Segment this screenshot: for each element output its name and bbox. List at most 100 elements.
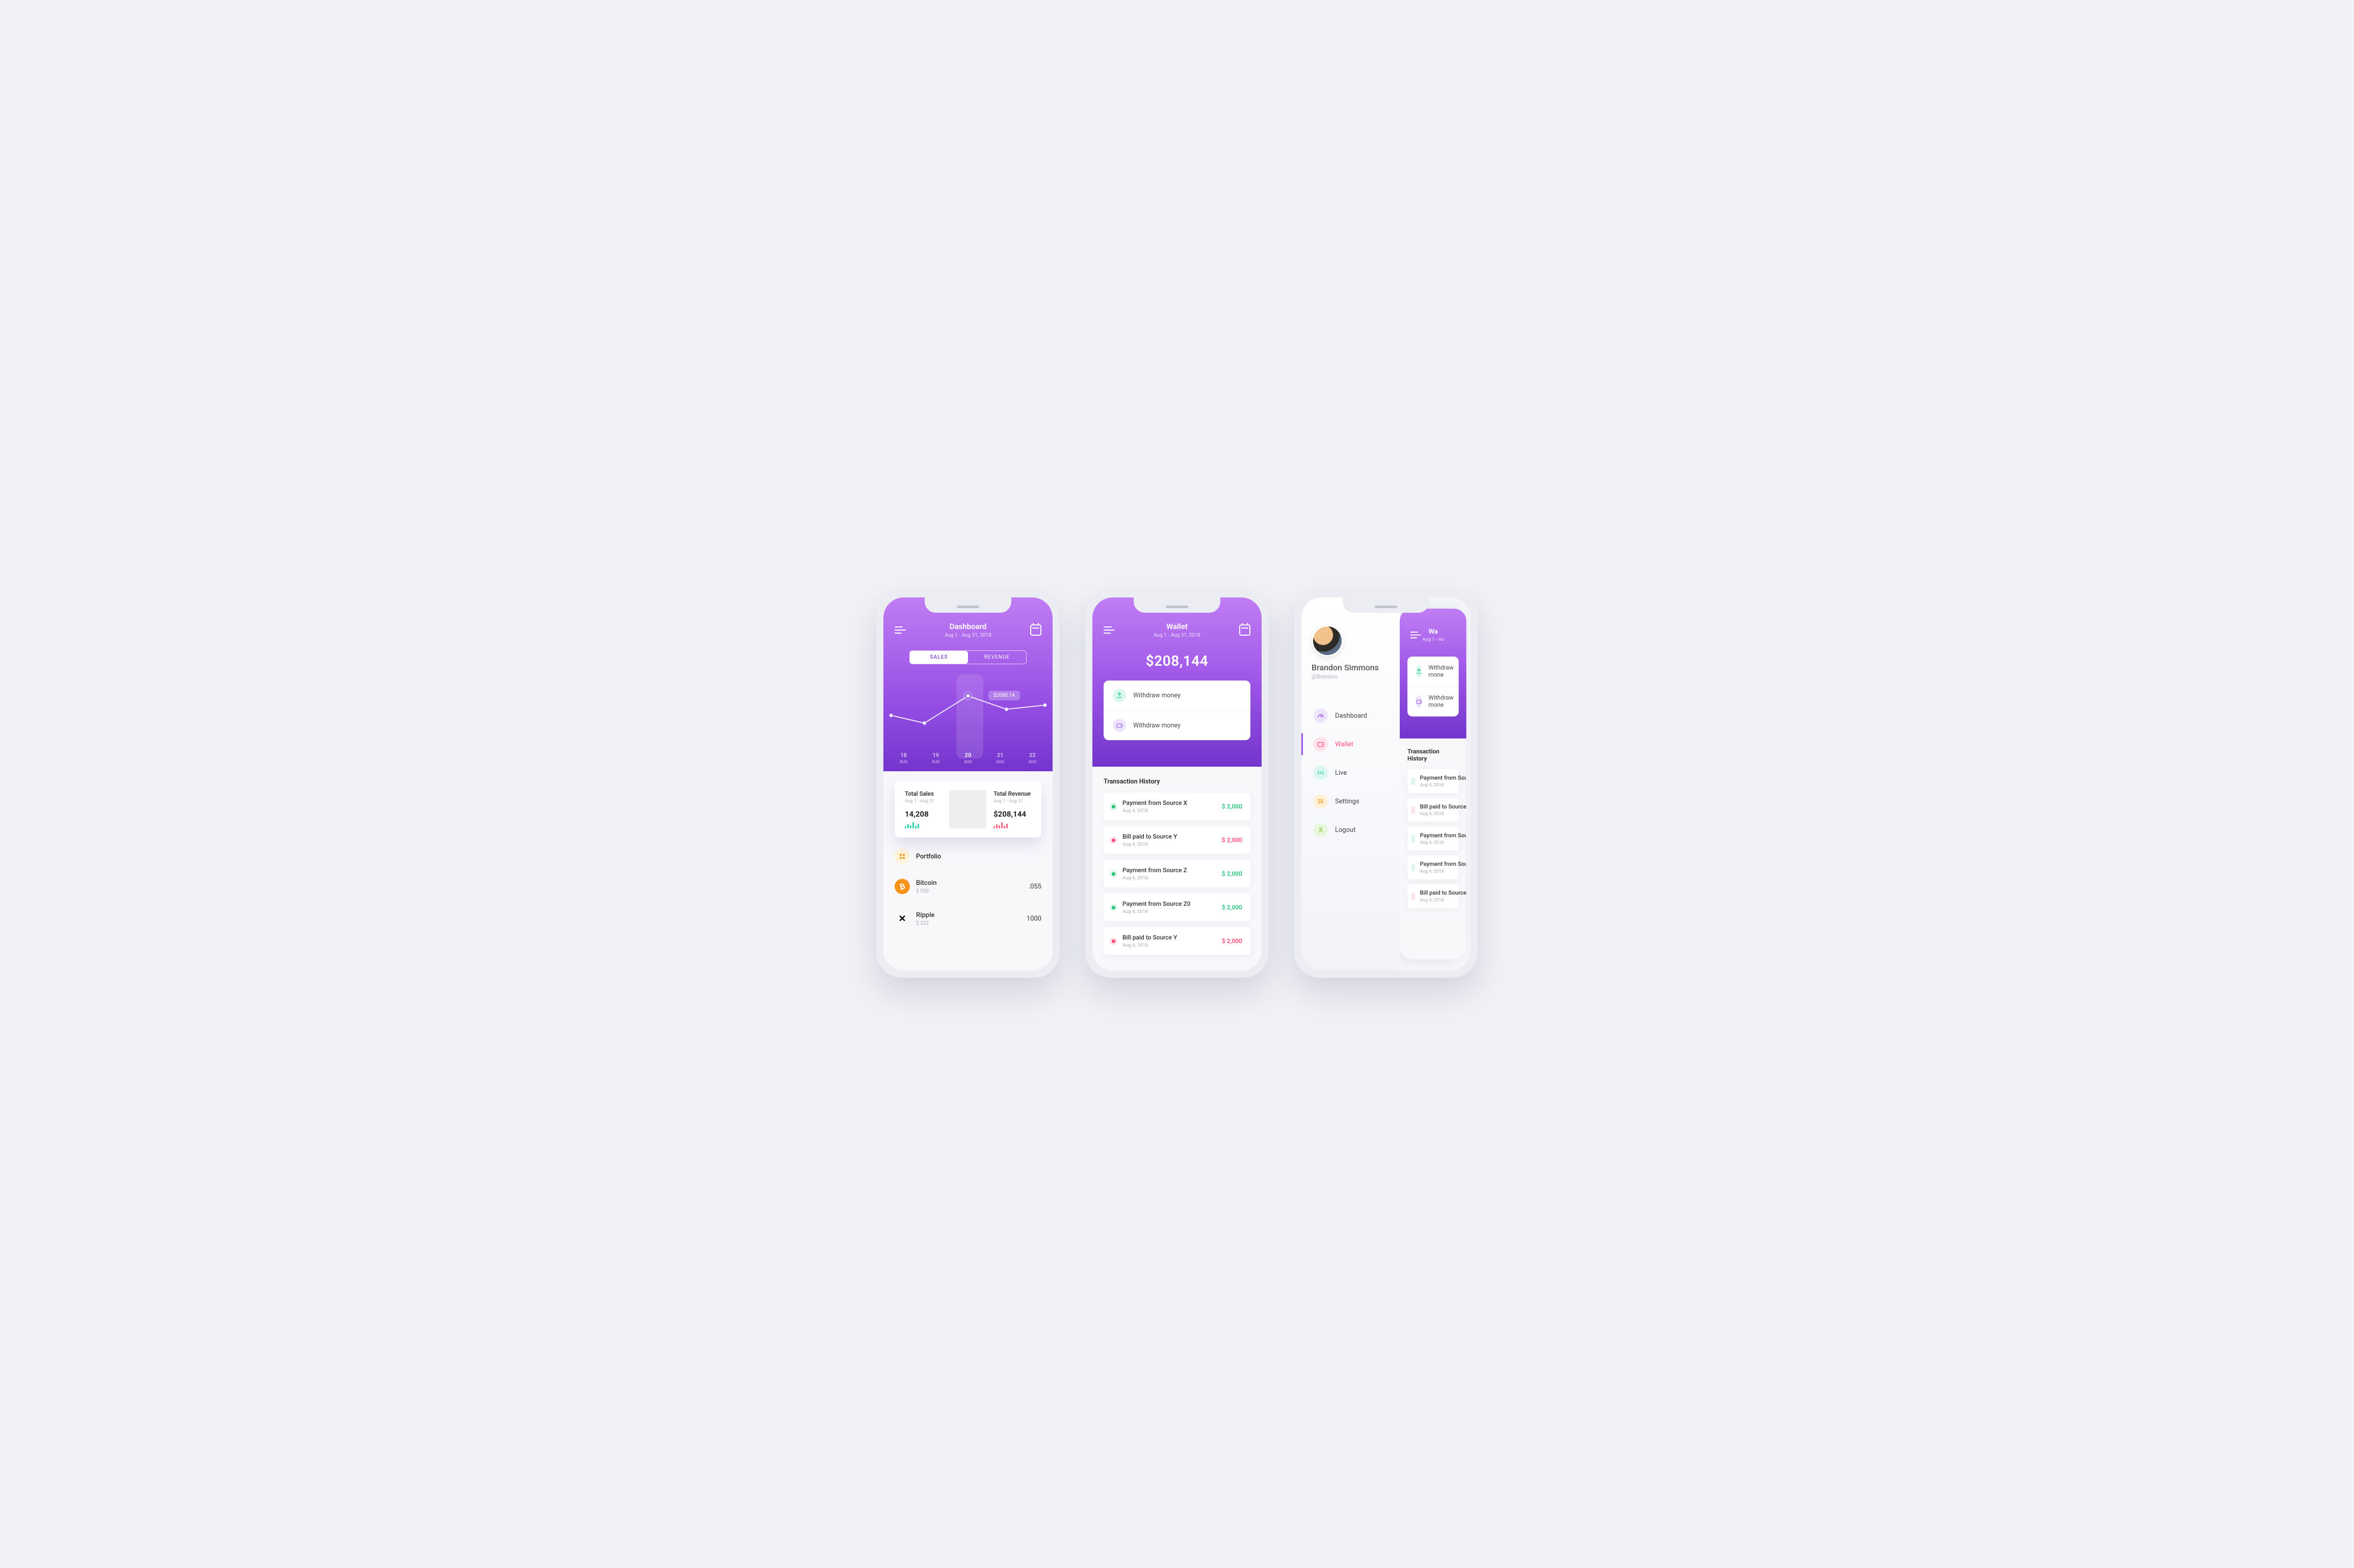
- nav-settings[interactable]: Settings: [1312, 787, 1390, 816]
- total-revenue-value: $208,144: [993, 809, 1026, 819]
- wallet-action-button[interactable]: Withdraw money: [1104, 710, 1250, 740]
- wallet-icon: [1314, 737, 1328, 751]
- total-sales-value: 14,208: [905, 809, 929, 819]
- broadcast-icon: [1314, 766, 1328, 780]
- line-chart-svg: [883, 680, 1053, 736]
- status-dot-incoming-icon: [1112, 805, 1115, 808]
- date-range: Aug 1 - Aug 31, 2018: [1154, 633, 1200, 638]
- divider: [949, 790, 986, 828]
- status-dot-outgoing-icon: [1112, 939, 1115, 943]
- nav-wallet[interactable]: Wallet: [1312, 730, 1390, 759]
- ripple-icon: ✕: [895, 911, 910, 926]
- notch: [1343, 597, 1429, 613]
- transaction-amount: $ 2,000: [1222, 803, 1242, 810]
- wallet-balance: $208,144: [1092, 652, 1262, 669]
- screen-drawer: Brandon Simmons @Brendon Dashboard Walle…: [1301, 597, 1471, 971]
- withdraw-icon: [1113, 689, 1126, 702]
- holding-qty: 1000: [1027, 915, 1041, 923]
- menu-icon[interactable]: [1104, 624, 1115, 636]
- nav-live[interactable]: Live: [1312, 759, 1390, 787]
- wallet-hero: Wallet Aug 1 - Aug 31, 2018 $208,144 Wit…: [1092, 597, 1262, 767]
- chart-day[interactable]: 18AUG: [900, 752, 908, 764]
- transaction-row[interactable]: Bill paid to SourceAug 4, 2018: [1407, 798, 1459, 822]
- menu-icon[interactable]: [1410, 630, 1421, 640]
- spark-bars-icon: [905, 819, 920, 828]
- phone-dashboard: Dashboard Aug 1 - Aug 31, 2018 SALES REV…: [876, 590, 1060, 978]
- screen-dashboard: Dashboard Aug 1 - Aug 31, 2018 SALES REV…: [883, 597, 1053, 971]
- page-title: Wa: [1422, 628, 1444, 636]
- transaction-row[interactable]: Payment from Source XAug 4, 2018 $ 2,000: [1104, 793, 1250, 820]
- pushed-wallet-screen[interactable]: Wa Aug 1 - Au Withdraw mone: [1400, 609, 1467, 959]
- tab-revenue[interactable]: REVENUE: [968, 651, 1026, 664]
- screen-wallet: Wallet Aug 1 - Aug 31, 2018 $208,144 Wit…: [1092, 597, 1262, 971]
- chart-day[interactable]: 21AUG: [996, 752, 1004, 764]
- calendar-icon[interactable]: [1239, 624, 1250, 636]
- wallet-icon: [1416, 695, 1422, 708]
- menu-icon[interactable]: [895, 624, 906, 636]
- chart-days: 18AUG 19AUG 20AUG 21AUG 22AUG: [883, 752, 1053, 764]
- status-dot-incoming-icon: [1112, 906, 1115, 909]
- wallet-body: Transaction History Payment from Source …: [1092, 767, 1262, 964]
- transaction-row[interactable]: Bill paid to Source YAug 4, 2018 $ 2,000: [1104, 927, 1250, 955]
- chart-day[interactable]: 20AUG: [964, 752, 972, 764]
- notch: [1134, 597, 1220, 613]
- dashboard-hero: Dashboard Aug 1 - Aug 31, 2018 SALES REV…: [883, 597, 1053, 771]
- holding-qty: .055: [1029, 883, 1041, 891]
- user-handle: @Brendon: [1312, 673, 1390, 680]
- chart-tooltip: $2080.14: [988, 691, 1020, 700]
- transaction-row[interactable]: Payment from Source Z0Aug 4, 2018 $ 2,00…: [1104, 894, 1250, 921]
- avatar[interactable]: [1312, 625, 1343, 657]
- summary-sales[interactable]: Total Sales Aug 1 - Aug 31 14,208: [905, 790, 942, 828]
- segment-control: SALES REVENUE: [909, 650, 1027, 664]
- status-dot-outgoing-icon: [1112, 839, 1115, 842]
- wallet-hero: Wa Aug 1 - Au Withdraw mone: [1400, 609, 1467, 739]
- transaction-amount: $ 2,000: [1222, 904, 1242, 911]
- withdraw-button[interactable]: Withdraw money: [1104, 681, 1250, 710]
- transaction-row[interactable]: Payment from SourAug 4, 2018: [1407, 769, 1459, 793]
- transaction-row[interactable]: Payment from SourAug 4, 2018: [1407, 855, 1459, 879]
- wallet-actions-card: Withdraw money Withdraw money: [1104, 681, 1250, 740]
- wallet-icon: [1113, 719, 1126, 732]
- sliders-icon: [1314, 794, 1328, 808]
- withdraw-button[interactable]: Withdraw mone: [1407, 657, 1459, 686]
- wallet-action-button[interactable]: Withdraw mone: [1407, 686, 1459, 716]
- bitcoin-icon: ₿: [893, 877, 911, 896]
- holding-row-btc[interactable]: ₿ Bitcoin $ 550 .055: [895, 871, 1041, 903]
- drawer-nav: Dashboard Wallet Live: [1312, 701, 1390, 844]
- wallet-body: Transaction History Payment from SourAug…: [1400, 739, 1467, 916]
- holding-row-xrp[interactable]: ✕ Ripple $ 322 1000: [895, 903, 1041, 935]
- summary-card: Total Sales Aug 1 - Aug 31 14,208 Total …: [895, 781, 1041, 838]
- sales-chart[interactable]: $2080.14 18AUG 19AUG 20AUG 21AUG 22AUG: [883, 669, 1053, 771]
- transaction-amount: $ 2,000: [1222, 870, 1242, 877]
- nav-logout[interactable]: Logout: [1312, 816, 1390, 844]
- calendar-icon[interactable]: [1030, 624, 1041, 636]
- tab-sales[interactable]: SALES: [910, 651, 968, 664]
- transaction-amount: $ 2,000: [1222, 937, 1242, 945]
- transaction-row[interactable]: Bill paid to Source YAug 4, 2018 $ 2,000: [1104, 826, 1250, 854]
- portfolio-heading[interactable]: Portfolio: [895, 843, 1041, 871]
- withdraw-icon: [1416, 665, 1422, 677]
- page-title: Dashboard: [945, 622, 991, 631]
- transaction-row[interactable]: Payment from Source ZAug 4, 2018 $ 2,000: [1104, 860, 1250, 887]
- chart-day[interactable]: 22AUG: [1028, 752, 1036, 764]
- spark-bars-icon: [993, 819, 1009, 828]
- status-dot-incoming-icon: [1112, 872, 1115, 876]
- side-drawer: Brandon Simmons @Brendon Dashboard Walle…: [1301, 597, 1400, 971]
- date-range: Aug 1 - Au: [1422, 637, 1444, 642]
- date-range: Aug 1 - Aug 31, 2018: [945, 633, 991, 638]
- transaction-history-title: Transaction History: [1407, 748, 1459, 763]
- gauge-icon: [1314, 709, 1328, 723]
- logout-icon: [1314, 823, 1328, 837]
- transaction-row[interactable]: Bill paid to SourceAug 4, 2018: [1407, 884, 1459, 908]
- summary-revenue[interactable]: Total Revenue Aug 1 - Aug 31 $208,144: [993, 790, 1031, 828]
- nav-dashboard[interactable]: Dashboard: [1312, 701, 1390, 730]
- portfolio-icon: [895, 849, 910, 864]
- phone-wallet: Wallet Aug 1 - Aug 31, 2018 $208,144 Wit…: [1085, 590, 1269, 978]
- transaction-row[interactable]: Payment from SourAug 4, 2018: [1407, 827, 1459, 851]
- wallet-actions-card: Withdraw mone Withdraw mone: [1407, 657, 1459, 717]
- user-name: Brandon Simmons: [1312, 663, 1390, 672]
- notch: [925, 597, 1011, 613]
- page-title: Wallet: [1154, 622, 1200, 631]
- phone-drawer: Brandon Simmons @Brendon Dashboard Walle…: [1294, 590, 1478, 978]
- chart-day[interactable]: 19AUG: [932, 752, 940, 764]
